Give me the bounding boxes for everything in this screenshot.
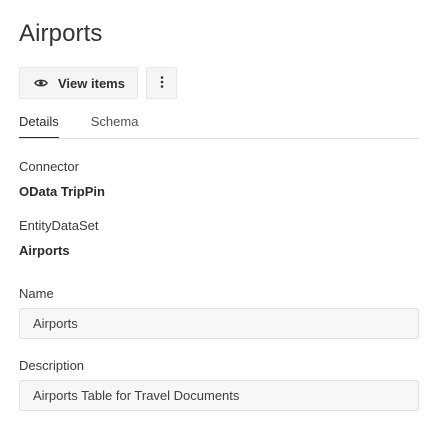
- tab-bar: Details Schema: [19, 114, 139, 139]
- description-field[interactable]: [19, 380, 419, 411]
- connector-value: OData TripPin: [19, 184, 105, 199]
- page-title: Airports: [19, 20, 103, 47]
- name-field[interactable]: [19, 308, 419, 339]
- name-label: Name: [19, 286, 54, 301]
- view-items-button[interactable]: View items: [19, 67, 138, 99]
- more-vertical-icon: [160, 75, 164, 92]
- view-items-label: View items: [58, 75, 125, 91]
- details-panel: Airports View items Details Schema Conne…: [0, 0, 444, 446]
- entity-dataset-value: Airports: [19, 243, 70, 258]
- entity-dataset-label: EntityDataSet: [19, 218, 99, 233]
- connector-label: Connector: [19, 159, 79, 174]
- toolbar: View items: [19, 67, 177, 99]
- eye-icon: [34, 76, 48, 90]
- tab-schema[interactable]: Schema: [91, 114, 139, 138]
- tab-details[interactable]: Details: [19, 114, 59, 139]
- description-label: Description: [19, 358, 85, 373]
- tab-divider: [19, 138, 419, 139]
- more-options-button[interactable]: [146, 67, 177, 99]
